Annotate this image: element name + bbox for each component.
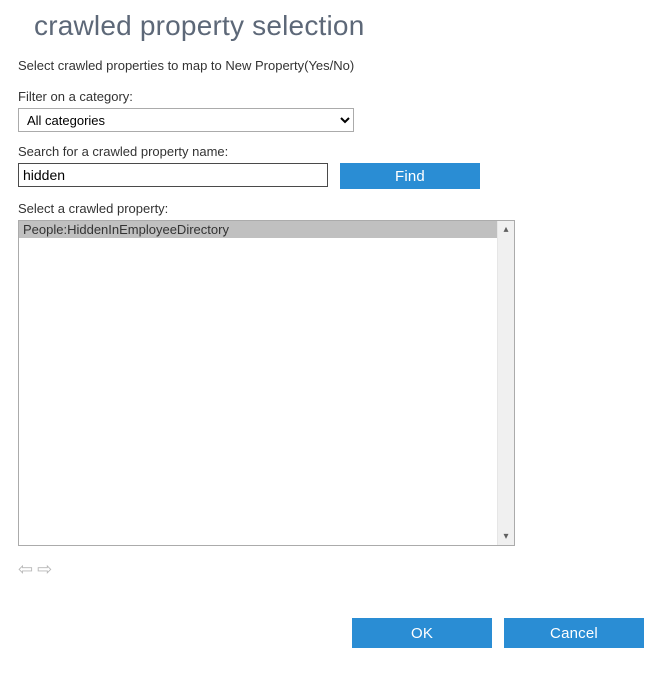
next-arrow-icon: ⇨: [37, 560, 52, 578]
select-property-label: Select a crawled property:: [18, 201, 638, 216]
previous-arrow-icon: ⇦: [18, 560, 33, 578]
search-input[interactable]: [18, 163, 328, 187]
list-item[interactable]: People:HiddenInEmployeeDirectory: [19, 221, 497, 238]
category-select[interactable]: All categories: [18, 108, 354, 132]
search-label: Search for a crawled property name:: [18, 144, 638, 159]
scroll-down-icon[interactable]: ▾: [498, 528, 514, 545]
ok-button[interactable]: OK: [352, 618, 492, 648]
find-button[interactable]: Find: [340, 163, 480, 189]
scrollbar[interactable]: ▴ ▾: [497, 221, 514, 545]
filter-label: Filter on a category:: [18, 89, 638, 104]
results-listbox[interactable]: People:HiddenInEmployeeDirectory ▴ ▾: [18, 220, 515, 546]
intro-text: Select crawled properties to map to New …: [18, 58, 638, 73]
cancel-button[interactable]: Cancel: [504, 618, 644, 648]
page-title: crawled property selection: [0, 0, 656, 48]
scroll-up-icon[interactable]: ▴: [498, 221, 514, 238]
